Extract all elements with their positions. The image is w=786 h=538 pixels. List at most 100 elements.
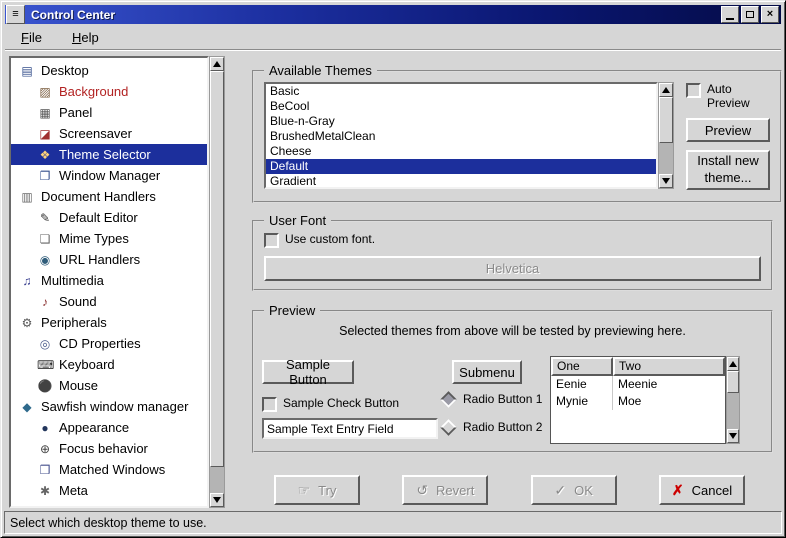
tree-item-desktop[interactable]: ▤Desktop	[11, 60, 207, 81]
sample-check-button[interactable]: Sample Check Button	[262, 396, 399, 412]
available-themes-group: Available Themes Basic BeCool Blue-n-Gra…	[252, 63, 782, 203]
radio-button-2-label: Radio Button 2	[463, 420, 542, 434]
tree-item-multimedia[interactable]: ♫Multimedia	[11, 270, 207, 291]
table-row[interactable]: Mynie Moe	[551, 393, 725, 410]
tree-scrollbar-trough[interactable]	[210, 467, 224, 493]
theme-item-brushedmetalclean[interactable]: BrushedMetalClean	[266, 129, 656, 144]
tree-item-peripherals[interactable]: ⚙Peripherals	[11, 312, 207, 333]
close-button[interactable]: ×	[761, 6, 779, 23]
maximize-button[interactable]	[741, 6, 759, 23]
theme-item-cheese[interactable]: Cheese	[266, 144, 656, 159]
table-scroll-down-button[interactable]	[727, 429, 739, 443]
tree-scroll-down-button[interactable]	[210, 493, 224, 507]
tree-item-matched-windows[interactable]: ❒Matched Windows	[11, 459, 207, 480]
tree-item-url-handlers[interactable]: ◉URL Handlers	[11, 249, 207, 270]
table-scroll-up-button[interactable]	[727, 357, 739, 371]
radio-button-2[interactable]: Radio Button 2	[442, 420, 542, 434]
sample-button[interactable]: Sample Button	[262, 360, 354, 384]
status-text: Select which desktop theme to use.	[10, 516, 207, 530]
statusbar: Select which desktop theme to use.	[4, 511, 782, 534]
minimize-button[interactable]	[721, 6, 739, 23]
table-scrollbar-trough[interactable]	[727, 393, 739, 429]
cancel-button[interactable]: ✗ Cancel	[659, 475, 745, 505]
tree-item-screensaver[interactable]: ◪Screensaver	[11, 123, 207, 144]
revert-button: ↺ Revert	[402, 475, 488, 505]
window-title: Control Center	[29, 8, 721, 22]
radio-button-1-label: Radio Button 1	[463, 392, 542, 406]
close-icon: ×	[767, 9, 773, 20]
theme-scrollbar-trough[interactable]	[659, 143, 673, 174]
tree-item-appearance[interactable]: ●Appearance	[11, 417, 207, 438]
sawfish-icon: ◆	[19, 400, 35, 414]
tree-item-mime-types[interactable]: ❏Mime Types	[11, 228, 207, 249]
install-new-theme-button[interactable]: Install new theme...	[686, 150, 770, 190]
multimedia-icon: ♫	[19, 274, 35, 288]
menu-help[interactable]: Help	[66, 28, 105, 47]
matched-windows-icon: ❒	[37, 463, 53, 477]
maximize-icon	[746, 11, 754, 18]
capplet-tree-list: ▤Desktop ▨Background ▦Panel ◪Screensaver…	[9, 56, 209, 508]
tree-item-theme-selector[interactable]: ❖Theme Selector	[11, 144, 207, 165]
theme-item-basic[interactable]: Basic	[266, 84, 656, 99]
arrow-up-icon	[662, 87, 670, 93]
window-manager-icon: ❐	[37, 169, 53, 183]
appearance-icon: ●	[37, 421, 53, 435]
theme-item-blue-n-gray[interactable]: Blue-n-Gray	[266, 114, 656, 129]
tree-scrollbar[interactable]	[209, 56, 225, 508]
cancel-icon: ✗	[672, 482, 684, 499]
mime-types-icon: ❏	[37, 232, 53, 246]
arrow-up-icon	[729, 361, 737, 367]
table-scrollbar[interactable]	[726, 356, 740, 444]
theme-item-becool[interactable]: BeCool	[266, 99, 656, 114]
sound-icon: ♪	[37, 295, 53, 309]
tree-item-cd-properties[interactable]: ◎CD Properties	[11, 333, 207, 354]
theme-list-scrollbar[interactable]	[658, 82, 674, 189]
table-row[interactable]: Eenie Meenie	[551, 376, 725, 393]
arrow-up-icon	[213, 61, 221, 67]
theme-item-gradient[interactable]: Gradient	[266, 174, 656, 189]
tree-item-default-editor[interactable]: ✎Default Editor	[11, 207, 207, 228]
screensaver-icon: ◪	[37, 127, 53, 141]
menu-file[interactable]: File	[15, 28, 48, 47]
auto-preview-checkbox[interactable]: Auto Preview	[686, 82, 770, 110]
theme-scroll-up-button[interactable]	[659, 83, 673, 97]
window-menu-button[interactable]: ≡	[6, 5, 25, 24]
table-header-two[interactable]: Two	[613, 357, 725, 376]
focus-behavior-icon: ⊕	[37, 442, 53, 456]
minimize-icon	[726, 18, 734, 20]
background-icon: ▨	[37, 85, 53, 99]
desktop-icon: ▤	[19, 64, 35, 78]
table-scrollbar-thumb[interactable]	[727, 371, 739, 393]
ok-button: ✓ OK	[531, 475, 617, 505]
titlebar: ≡ Control Center ×	[5, 5, 781, 24]
tree-item-sawfish[interactable]: ◆Sawfish window manager	[11, 396, 207, 417]
preview-button[interactable]: Preview	[686, 118, 770, 142]
use-custom-font-checkbox[interactable]: Use custom font.	[264, 232, 761, 248]
user-font-group: User Font Use custom font. Helvetica	[252, 213, 773, 291]
document-handlers-icon: ▥	[19, 190, 35, 204]
tree-item-background[interactable]: ▨Background	[11, 81, 207, 102]
tree-item-panel[interactable]: ▦Panel	[11, 102, 207, 123]
tree-scrollbar-thumb[interactable]	[210, 71, 224, 467]
theme-item-default[interactable]: Default	[266, 159, 656, 174]
preview-legend: Preview	[264, 303, 320, 318]
submenu-button[interactable]: Submenu	[452, 360, 522, 384]
tree-item-mouse[interactable]: ⚫Mouse	[11, 375, 207, 396]
theme-scroll-down-button[interactable]	[659, 174, 673, 188]
revert-icon: ↺	[416, 482, 428, 499]
tree-item-keyboard[interactable]: ⌨Keyboard	[11, 354, 207, 375]
sample-text-entry[interactable]	[262, 418, 438, 439]
tree-item-focus-behavior[interactable]: ⊕Focus behavior	[11, 438, 207, 459]
tree-item-document-handlers[interactable]: ▥Document Handlers	[11, 186, 207, 207]
default-editor-icon: ✎	[37, 211, 53, 225]
theme-scrollbar-thumb[interactable]	[659, 97, 673, 143]
tree-item-window-manager[interactable]: ❐Window Manager	[11, 165, 207, 186]
user-font-legend: User Font	[264, 213, 331, 228]
theme-selector-icon: ❖	[37, 148, 53, 162]
tree-scroll-up-button[interactable]	[210, 57, 224, 71]
radio-button-1[interactable]: Radio Button 1	[442, 392, 542, 406]
preview-description: Selected themes from above will be teste…	[254, 324, 771, 338]
tree-item-sound[interactable]: ♪Sound	[11, 291, 207, 312]
table-header-one[interactable]: One	[551, 357, 613, 376]
tree-item-meta[interactable]: ✱Meta	[11, 480, 207, 501]
